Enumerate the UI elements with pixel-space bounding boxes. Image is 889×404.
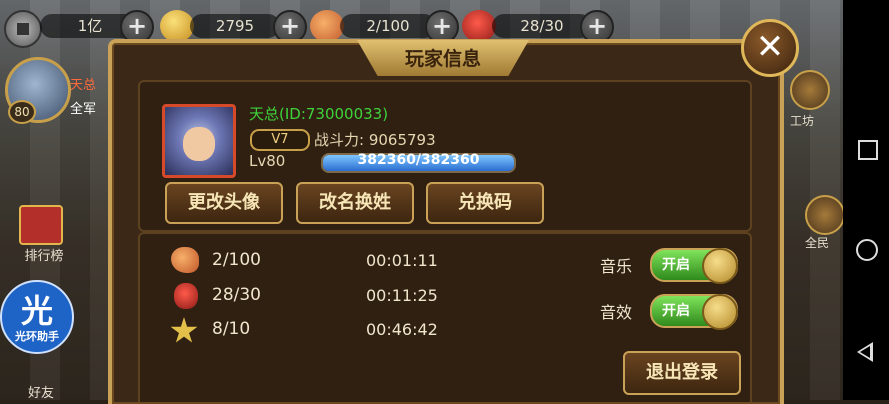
- sfx-toggle-text: 开启: [662, 303, 690, 319]
- dialog-title: 玩家信息: [404, 48, 481, 70]
- energy-timer: 00:11:25: [366, 286, 438, 305]
- side-tag-army: 全军: [70, 102, 97, 117]
- player-level: Lv80: [249, 152, 286, 170]
- workshop-label: 工坊: [790, 114, 815, 128]
- currency2-resource: 2795 +: [160, 10, 310, 44]
- side-tag-name: 天总: [70, 78, 97, 93]
- rank-button[interactable]: 排行榜: [14, 205, 64, 265]
- workshop-button[interactable]: [790, 70, 830, 110]
- android-nav-bar: [843, 0, 889, 400]
- jar-icon: [462, 10, 496, 42]
- vip-badge: V7: [250, 129, 310, 151]
- helper-logo-text: 光: [20, 292, 53, 330]
- energy-resource: 28/30 +: [462, 10, 614, 44]
- jar-icon: [174, 283, 198, 309]
- friend-label: 好友: [28, 386, 55, 401]
- sfx-toggle[interactable]: 开启: [650, 294, 738, 330]
- rank-icon: [19, 205, 63, 245]
- exp-text: 382360/382360: [357, 152, 480, 168]
- close-button[interactable]: ✕: [741, 19, 799, 77]
- stamina-resource: 2/100 +: [310, 10, 460, 44]
- rename-button[interactable]: 改名换姓: [296, 182, 414, 224]
- combat-power: 战斗力: 9065793: [314, 131, 436, 149]
- stamina-count: 2/100: [212, 250, 261, 270]
- helper-button[interactable]: 光 光环助手: [0, 280, 74, 354]
- stamina-value: 2/100: [340, 14, 436, 38]
- logout-button[interactable]: 退出登录: [623, 351, 741, 395]
- energy-value: 28/30: [492, 14, 592, 38]
- drumstick-icon: [310, 10, 344, 42]
- gold-ingot-icon: [160, 10, 194, 42]
- back-icon[interactable]: [857, 342, 873, 362]
- music-toggle-text: 开启: [662, 257, 690, 273]
- star-timer: 00:46:42: [366, 320, 438, 339]
- stamina-timer: 00:01:11: [366, 251, 438, 270]
- music-label: 音乐: [600, 257, 633, 276]
- sfx-label: 音效: [600, 303, 633, 322]
- sfx-toggle-knob: [702, 294, 738, 330]
- currency1-resource: 1亿 +: [40, 10, 160, 44]
- home-icon[interactable]: [856, 239, 878, 261]
- player-portrait[interactable]: [162, 104, 236, 178]
- redeem-code-button[interactable]: 兑换码: [426, 182, 544, 224]
- player-name: 天总(ID:73000033): [249, 105, 389, 123]
- music-toggle[interactable]: 开启: [650, 248, 738, 284]
- star-count: 8/10: [212, 319, 251, 339]
- change-avatar-button[interactable]: 更改头像: [165, 182, 283, 224]
- music-toggle-knob: [702, 248, 738, 284]
- recents-icon[interactable]: [858, 140, 878, 160]
- energy-count: 28/30: [212, 285, 261, 305]
- side-right-label: 全民: [805, 236, 830, 250]
- currency2-value: 2795: [190, 14, 280, 38]
- helper-label: 光环助手: [15, 330, 59, 343]
- side-right-button[interactable]: [805, 195, 845, 235]
- drumstick-icon: [171, 247, 199, 273]
- avatar-level-badge: 80: [8, 100, 36, 124]
- rank-label: 排行榜: [24, 249, 64, 264]
